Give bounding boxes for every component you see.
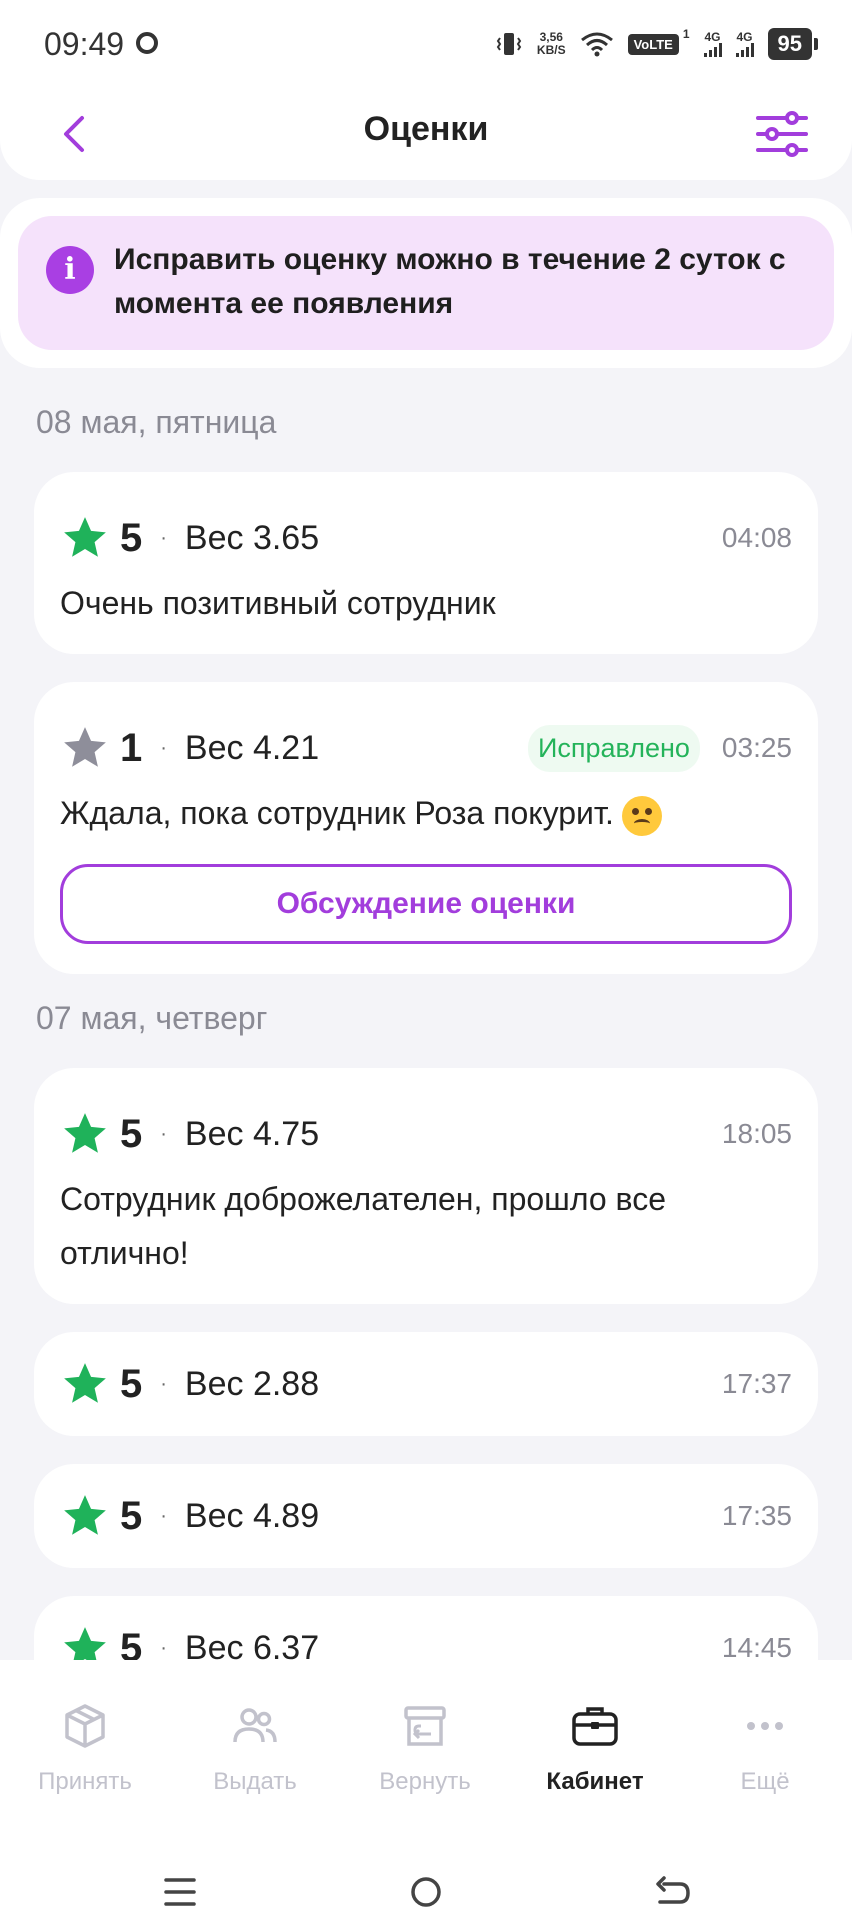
date-header: 07 мая, четверг <box>36 1000 268 1036</box>
separator-dot: · <box>160 736 167 759</box>
nav-tab-issue[interactable]: Выдать <box>170 1700 340 1796</box>
system-navigation <box>0 1860 852 1920</box>
users-icon <box>233 1708 277 1743</box>
status-badge-fixed: Исправлено <box>527 724 700 772</box>
date-header: 08 мая, пятница <box>36 404 277 440</box>
nav-tab-more[interactable]: Ещё <box>680 1700 850 1796</box>
nav-label: Вернуть <box>379 1768 471 1795</box>
rating-weight: Вес 4.89 <box>184 1496 320 1535</box>
rating-row: 5 · Вес 4.75 18:05 <box>60 1104 792 1164</box>
box-icon <box>65 1704 105 1748</box>
star-icon <box>64 1113 106 1153</box>
notice-container: i Исправить оценку можно в течение 2 сут… <box>0 198 852 368</box>
separator-dot: · <box>160 1636 167 1659</box>
rating-comment: Очень позитивный сотрудник <box>60 585 496 621</box>
briefcase-icon <box>572 1707 618 1746</box>
wifi-icon <box>580 32 613 57</box>
filter-button[interactable] <box>752 106 812 162</box>
star-icon <box>64 1363 106 1403</box>
return-box-icon <box>404 1706 446 1746</box>
separator-dot: · <box>160 1122 167 1145</box>
rating-time: 04:08 <box>721 522 792 553</box>
star-icon <box>64 1495 106 1535</box>
rating-card[interactable]: 5 · Вес 4.89 17:35 <box>34 1464 818 1568</box>
nav-tab-accept[interactable]: Принять <box>0 1700 170 1796</box>
nav-label: Принять <box>38 1768 132 1795</box>
bottom-navigation: Принять Выдать Вернуть Кабинет Ещё <box>0 1660 852 1920</box>
rating-time: 17:35 <box>721 1500 792 1531</box>
rating-grade: 5 <box>120 1361 143 1406</box>
signal-sim1: 4G <box>703 31 722 57</box>
nav-label: Кабинет <box>546 1768 644 1795</box>
rating-time: 18:05 <box>721 1118 792 1149</box>
rating-time: 03:25 <box>721 732 792 763</box>
nav-label: Ещё <box>740 1768 790 1795</box>
rating-weight: Вес 3.65 <box>184 518 320 557</box>
notification-icon <box>136 32 158 54</box>
rating-card[interactable]: 5 · Вес 4.75 18:05 Сотрудник доброжелате… <box>34 1068 818 1304</box>
separator-dot: · <box>160 1372 167 1395</box>
home-circle-icon[interactable] <box>404 1870 448 1914</box>
rating-card[interactable]: 1 · Вес 4.21 Исправлено 03:25 Ждала, пок… <box>34 682 818 974</box>
angry-face-icon <box>621 795 662 836</box>
back-arrow-icon[interactable] <box>650 1870 694 1914</box>
page-title: Оценки <box>363 110 489 148</box>
status-bar: 09:49 3,56 KB/S VoLTE 1 4G 4G 95 <box>0 0 852 88</box>
rating-grade: 5 <box>120 1493 143 1538</box>
signal-sim2: 4G <box>735 31 754 57</box>
nav-tab-cabinet[interactable]: Кабинет <box>510 1700 680 1796</box>
rating-weight: Вес 4.75 <box>184 1114 320 1153</box>
rating-card[interactable]: 5 · Вес 3.65 04:08 Очень позитивный сотр… <box>34 472 818 654</box>
filter-sliders-icon <box>756 111 808 157</box>
separator-dot: · <box>160 526 167 549</box>
info-icon: i <box>46 246 94 294</box>
separator-dot: · <box>160 1504 167 1527</box>
sim1-indicator: 1 <box>682 27 690 41</box>
nav-label: Выдать <box>213 1768 297 1795</box>
star-icon <box>64 727 106 767</box>
rating-time: 17:37 <box>721 1368 792 1399</box>
rating-card[interactable]: 5 · Вес 2.88 17:37 <box>34 1332 818 1436</box>
info-notice: i Исправить оценку можно в течение 2 сут… <box>18 216 834 350</box>
battery-indicator: 95 <box>767 28 819 60</box>
app-header: Оценки <box>0 88 852 180</box>
rating-row: 1 · Вес 4.21 Исправлено 03:25 <box>60 718 792 778</box>
discuss-rating-button[interactable]: Обсуждение оценки <box>60 864 792 944</box>
star-icon <box>64 517 106 557</box>
menu-icon[interactable] <box>158 1870 202 1914</box>
nav-tab-return[interactable]: Вернуть <box>340 1700 510 1796</box>
volte-badge: VoLTE <box>627 33 679 55</box>
rating-row: 5 · Вес 3.65 04:08 <box>60 508 792 568</box>
more-dots-icon <box>747 1722 783 1730</box>
status-time: 09:49 <box>44 26 125 62</box>
rating-comment: Ждала, пока сотрудник Роза покурит. <box>60 786 792 840</box>
rating-row: 5 · Вес 2.88 17:37 <box>60 1354 792 1414</box>
rating-weight: Вес 2.88 <box>184 1364 320 1403</box>
rating-grade: 1 <box>120 725 143 770</box>
status-icons: 3,56 KB/S VoLTE 1 4G 4G 95 <box>495 27 819 60</box>
notice-text: Исправить оценку можно в течение 2 суток… <box>114 243 786 320</box>
vibrate-icon <box>496 33 522 55</box>
rating-grade: 5 <box>120 1111 143 1156</box>
rating-comment: Сотрудник доброжелателен, прошло все отл… <box>60 1181 666 1271</box>
rating-weight: Вес 4.21 <box>184 728 320 767</box>
network-speed: 3,56 KB/S <box>536 30 566 57</box>
rating-grade: 5 <box>120 515 143 560</box>
rating-row: 5 · Вес 4.89 17:35 <box>60 1486 792 1546</box>
